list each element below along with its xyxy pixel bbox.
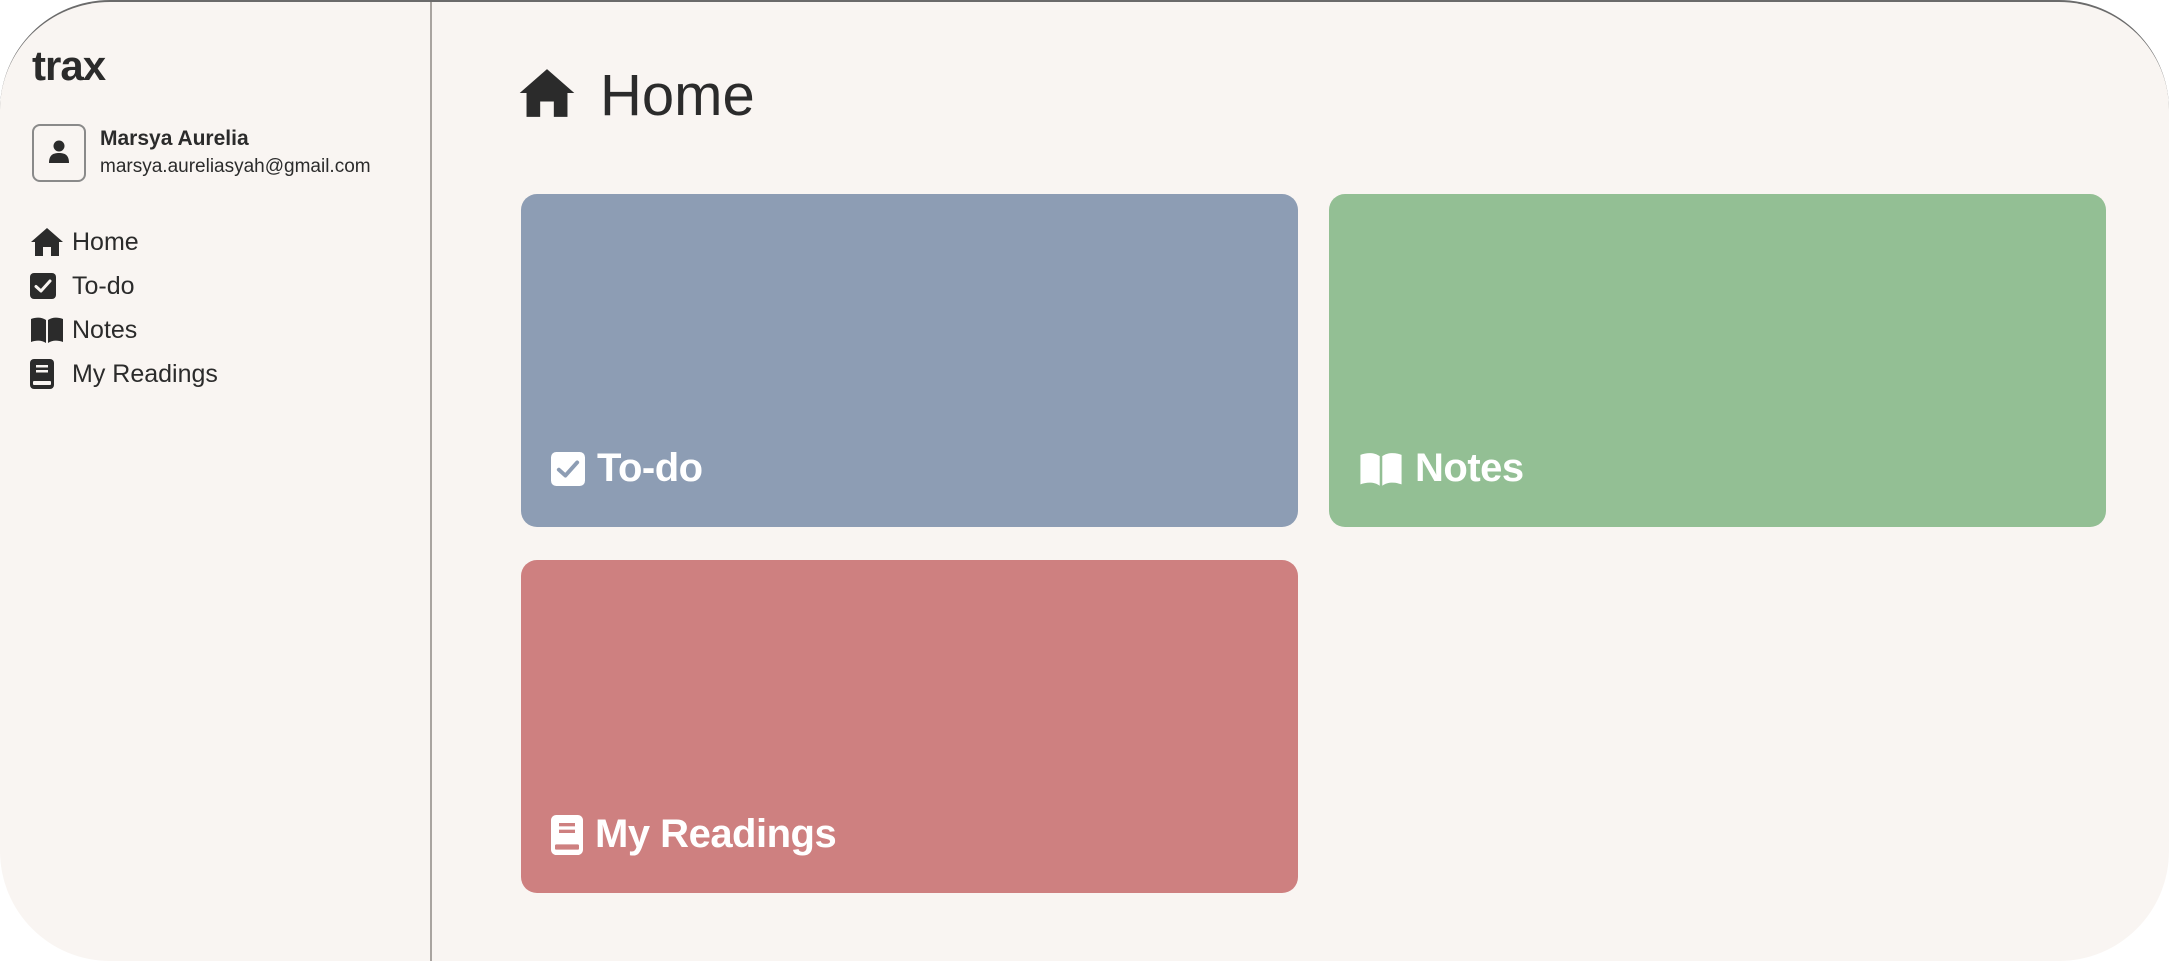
sidebar-nav: Home To-do Notes My Readings <box>30 220 218 396</box>
page-header: Home <box>518 62 755 129</box>
main-content: Home To-do Notes My Readings <box>434 2 2169 961</box>
sidebar-item-label: Home <box>72 227 139 256</box>
open-book-icon <box>1359 451 1403 487</box>
page-title: Home <box>600 63 755 128</box>
checkbox-icon <box>30 273 66 299</box>
book-icon <box>551 814 583 855</box>
sidebar-item-home[interactable]: Home <box>30 220 218 264</box>
card-title: To-do <box>597 446 703 490</box>
card-my-readings[interactable]: My Readings <box>521 560 1298 893</box>
card-title: Notes <box>1415 446 1524 490</box>
person-icon <box>48 139 70 168</box>
user-email: marsya.aureliasyah@gmail.com <box>100 156 371 177</box>
sidebar-item-notes[interactable]: Notes <box>30 308 218 352</box>
checkbox-icon <box>551 451 585 486</box>
sidebar-item-todo[interactable]: To-do <box>30 264 218 308</box>
sidebar: trax Marsya Aurelia marsya.aureliasyah@g… <box>0 2 432 961</box>
home-icon <box>30 227 66 257</box>
user-name: Marsya Aurelia <box>100 127 249 150</box>
home-icon <box>518 67 576 124</box>
card-todo[interactable]: To-do <box>521 194 1298 527</box>
card-label: My Readings <box>551 812 837 857</box>
app-window: trax Marsya Aurelia marsya.aureliasyah@g… <box>0 0 2169 961</box>
open-book-icon <box>30 316 66 344</box>
sidebar-item-label: Notes <box>72 315 138 344</box>
sidebar-item-my-readings[interactable]: My Readings <box>30 352 218 396</box>
card-notes[interactable]: Notes <box>1329 194 2106 527</box>
card-label: To-do <box>551 446 703 491</box>
sidebar-item-label: My Readings <box>72 359 218 388</box>
card-label: Notes <box>1359 446 1524 491</box>
book-icon <box>30 359 66 389</box>
card-title: My Readings <box>595 812 837 856</box>
sidebar-item-label: To-do <box>72 271 135 300</box>
avatar <box>32 124 86 182</box>
app-logo: trax <box>32 42 106 89</box>
user-profile[interactable]: Marsya Aurelia marsya.aureliasyah@gmail.… <box>32 124 371 182</box>
